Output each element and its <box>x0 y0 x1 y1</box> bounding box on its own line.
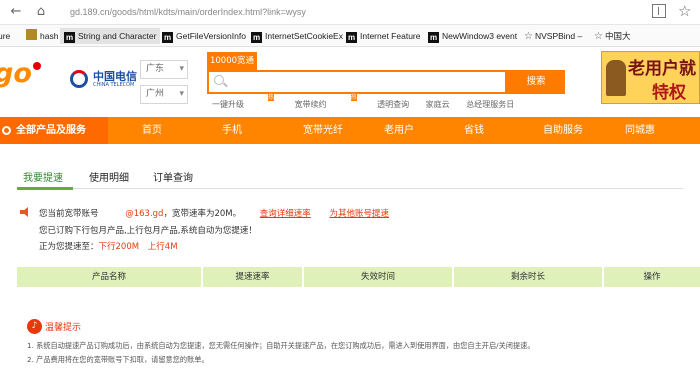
tab-speed-up[interactable]: 我要提速 <box>23 169 63 188</box>
nav-local-deals[interactable]: 同城惠 <box>625 117 655 144</box>
back-icon[interactable]: ← <box>6 3 26 21</box>
bookmark-item[interactable]: m NewWindow3 event <box>428 28 517 44</box>
m-icon: m <box>64 32 75 43</box>
province-select[interactable]: 广东 <box>140 60 188 79</box>
content-tabs: 我要提速 使用明细 订单查询 <box>17 169 683 190</box>
bookmarks-bar: ure hash m String and Character m GetFileV… <box>0 25 700 47</box>
m-icon: m <box>428 32 439 43</box>
search-input[interactable] <box>229 74 499 90</box>
promo-banner[interactable]: 老用户就 特权 <box>601 51 700 104</box>
subscription-line: 您已订购下行包月产品,上行包月产品,系统自动为您提速！ <box>39 226 257 236</box>
folder-icon <box>26 29 37 40</box>
col-speed-rate: 提速速率 <box>203 267 304 287</box>
telecom-emblem-icon <box>70 70 88 88</box>
nav-self-service[interactable]: 自助服务 <box>543 117 583 144</box>
menu-icon <box>2 126 11 135</box>
hot-link-service-day[interactable]: 总经理服务日 <box>466 100 514 109</box>
other-account-link[interactable]: 为其他账号提速 <box>330 209 390 219</box>
bookmark-item[interactable]: m GetFileVersionInfo <box>162 28 246 44</box>
col-action: 操作 <box>604 267 700 287</box>
nav-home[interactable]: 首页 <box>142 117 162 144</box>
hot-link-query[interactable]: 透明查询 <box>377 100 409 109</box>
speaker-icon <box>20 207 32 217</box>
hot-link-family-cloud[interactable]: 家庭云 <box>426 100 450 109</box>
search-icon <box>214 75 224 85</box>
nav-broadband[interactable]: 宽带光纤 <box>303 117 343 144</box>
m-icon: m <box>162 32 173 43</box>
logo-dot-icon <box>32 62 41 70</box>
downstream-speed: 下行200M <box>98 242 140 252</box>
bookmark-item[interactable]: m String and Character <box>60 28 161 44</box>
upstream-speed: 上行4M <box>147 242 178 252</box>
nav-old-users[interactable]: 老用户 <box>384 117 414 144</box>
address-bar-row: ← ⌂ gd.189.cn/goods/html/kdts/main/order… <box>0 0 700 25</box>
col-expire-time: 失效时间 <box>304 267 454 287</box>
m-icon: m <box>251 32 262 43</box>
tip-item: 1. 系统自动提速产品订购成功后，由系统自动为您提速，您无需任何操作；自助开关提… <box>27 341 535 350</box>
tab-usage-details[interactable]: 使用明细 <box>89 169 129 188</box>
bookmark-item[interactable]: m Internet Feature <box>346 28 420 44</box>
nav-save-money[interactable]: 省钱 <box>464 117 484 144</box>
hot-links: 一键升级热 宽带续约热 透明查询 家庭云 总经理服务日 <box>212 94 528 113</box>
all-products-menu[interactable]: 全部产品及服务 <box>0 117 108 144</box>
bookmark-item[interactable]: ☆ 中国大 <box>594 28 630 44</box>
main-nav: 全部产品及服务 首页 手机 宽带光纤 老用户 省钱 自助服务 同城惠 <box>0 117 700 144</box>
star-icon: ☆ <box>524 31 533 42</box>
warm-tip-icon: ♪ <box>27 319 42 334</box>
hot-badge: 热 <box>268 94 275 101</box>
bookmark-item[interactable]: ☆ NVSPBind – <box>524 28 582 44</box>
col-product-name: 产品名称 <box>17 267 203 287</box>
search-category-tab[interactable]: 10000宽通 <box>207 52 257 70</box>
account-line: 您当前宽带账号 @163.gd，宽带速率为20M。 查询详细速率 为其他账号提速 <box>39 209 390 219</box>
favorite-star-icon[interactable]: ☆ <box>678 2 691 20</box>
hot-link-upgrade[interactable]: 一键升级热 <box>212 94 278 109</box>
city-select[interactable]: 广州 <box>140 85 188 104</box>
hot-badge: 热 <box>350 94 357 101</box>
nav-mobile[interactable]: 手机 <box>222 117 242 144</box>
home-icon[interactable]: ⌂ <box>31 3 51 21</box>
site-logo[interactable]: go <box>0 58 41 89</box>
speed-text: ，宽带速率为20M。 <box>163 209 242 219</box>
tab-order-query[interactable]: 订单查询 <box>153 169 193 188</box>
bookmark-item[interactable]: ure <box>0 28 10 44</box>
tip-item: 2. 产品费用将在您的宽带账号下扣取，请留意您的账单。 <box>27 355 209 364</box>
hot-link-renew[interactable]: 宽带续约热 <box>295 94 361 109</box>
account-value: @163.gd <box>125 209 164 219</box>
product-table-header: 产品名称 提速速率 失效时间 剩余时长 操作 <box>17 267 700 287</box>
url-field[interactable]: gd.189.cn/goods/html/kdts/main/orderInde… <box>64 3 644 21</box>
star-icon: ☆ <box>594 31 603 42</box>
speed-target-line: 正为您提速至：下行200M 上行4M <box>39 242 178 252</box>
active-tab-indicator <box>17 187 73 190</box>
m-icon: m <box>346 32 357 43</box>
query-speed-link[interactable]: 查询详细速率 <box>260 209 311 219</box>
bookmark-item[interactable]: m InternetSetCookieEx <box>251 28 343 44</box>
promo-figure-icon <box>606 60 626 96</box>
search-box <box>207 70 507 94</box>
bookmark-item[interactable]: hash <box>26 28 58 44</box>
col-remaining: 剩余时长 <box>454 267 604 287</box>
reading-view-icon[interactable] <box>652 4 666 18</box>
search-button[interactable]: 搜索 <box>507 70 565 94</box>
